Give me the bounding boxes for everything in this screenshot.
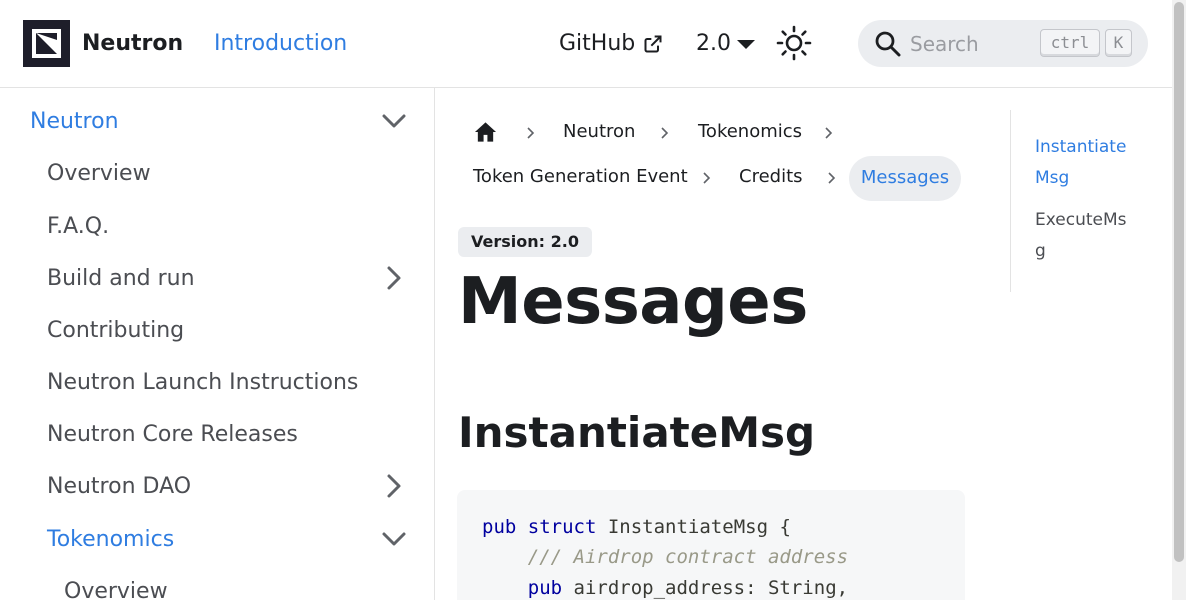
breadcrumb-separator-icon <box>527 127 535 139</box>
neutron-logo-icon[interactable] <box>23 20 70 67</box>
sidebar-item-core-releases[interactable]: Neutron Core Releases <box>0 412 434 456</box>
sidebar-item-faq[interactable]: F.A.Q. <box>0 204 434 248</box>
chevron-down-icon[interactable] <box>378 523 410 555</box>
sun-icon <box>776 25 812 61</box>
kbd-k: K <box>1105 29 1132 57</box>
brand-title[interactable]: Neutron <box>82 29 183 59</box>
version-dropdown[interactable]: 2.0 <box>696 29 755 59</box>
sidebar-item-label: Contributing <box>47 318 185 343</box>
breadcrumb-credits[interactable]: Credits <box>739 165 803 189</box>
search-bar[interactable]: Search ctrl K <box>858 20 1148 67</box>
home-icon[interactable] <box>474 121 497 143</box>
sidebar-item-label: Neutron Launch Instructions <box>47 370 359 395</box>
sidebar-item-label: Neutron DAO <box>47 474 192 499</box>
code-text: InstantiateMsg { <box>596 516 791 538</box>
chevron-down-icon[interactable] <box>378 105 410 137</box>
sidebar-item-tokenomics[interactable]: Tokenomics <box>0 517 434 561</box>
version-dropdown-label: 2.0 <box>696 31 731 56</box>
page-scrollbar[interactable] <box>1172 0 1186 600</box>
toc-link-executemsg[interactable]: ExecuteMsg <box>1035 205 1135 267</box>
breadcrumb-current-label: Messages <box>860 167 950 188</box>
sidebar-item-launch-instructions[interactable]: Neutron Launch Instructions <box>0 360 434 404</box>
external-link-icon <box>644 35 662 53</box>
breadcrumb-current: Messages <box>849 156 961 201</box>
search-icon <box>875 31 901 57</box>
breadcrumb-separator-icon <box>825 127 833 139</box>
sidebar-item-tokenomics-overview[interactable]: Overview <box>0 569 434 600</box>
navbar: Neutron Introduction GitHub 2.0 Search c… <box>0 0 1172 88</box>
sidebar-item-label: Tokenomics <box>47 527 175 552</box>
sidebar-item-label: Neutron Core Releases <box>47 422 298 447</box>
breadcrumb-separator-icon <box>661 127 669 139</box>
search-placeholder: Search <box>910 32 979 56</box>
version-badge: Version: 2.0 <box>458 227 592 257</box>
caret-down-icon <box>737 39 755 49</box>
sidebar-item-label: F.A.Q. <box>47 214 110 239</box>
sidebar-item-label: Build and run <box>47 266 195 291</box>
sidebar-item-build-and-run[interactable]: Build and run <box>0 256 434 300</box>
sidebar-item-contributing[interactable]: Contributing <box>0 308 434 352</box>
kbd-ctrl: ctrl <box>1040 29 1100 57</box>
table-of-contents: InstantiateMsg ExecuteMsg <box>1010 110 1172 292</box>
nav-link-github-label: GitHub <box>559 31 636 56</box>
sidebar-item-label: Neutron <box>30 109 119 134</box>
sidebar-item-overview[interactable]: Overview <box>0 151 434 195</box>
theme-toggle-button[interactable] <box>776 25 812 61</box>
section-heading-instantiatemsg: InstantiateMsg <box>458 408 816 457</box>
breadcrumb-separator-icon <box>828 172 836 184</box>
breadcrumb-token-generation-event[interactable]: Token Generation Event <box>473 165 688 189</box>
sidebar-item-label: Overview <box>47 161 151 186</box>
breadcrumb-separator-icon <box>703 172 711 184</box>
code-line: pub airdrop_address: String, <box>482 576 848 600</box>
toc-link-instantiatemsg[interactable]: InstantiateMsg <box>1035 132 1135 194</box>
code-line: /// Airdrop contract address <box>482 545 848 569</box>
chevron-right-icon[interactable] <box>378 470 410 502</box>
sidebar-item-label: Overview <box>64 579 168 600</box>
breadcrumb-tokenomics[interactable]: Tokenomics <box>698 120 802 144</box>
code-keyword: struct <box>527 516 597 538</box>
scrollbar-thumb[interactable] <box>1174 2 1184 562</box>
code-keyword: pub <box>527 577 563 599</box>
sidebar: Neutron Overview F.A.Q. Build and run Co… <box>0 88 435 600</box>
nav-link-github[interactable]: GitHub <box>559 29 663 59</box>
chevron-right-icon[interactable] <box>378 262 410 294</box>
sidebar-item-neutron-dao[interactable]: Neutron DAO <box>0 464 434 508</box>
code-comment: /// Airdrop contract address <box>527 546 849 568</box>
code-text: airdrop_address: String, <box>562 577 849 599</box>
code-block: pub struct InstantiateMsg { /// Airdrop … <box>457 490 965 600</box>
code-keyword: pub <box>482 516 517 538</box>
breadcrumb-neutron[interactable]: Neutron <box>563 120 635 144</box>
code-line: pub struct InstantiateMsg { <box>482 515 791 539</box>
page-title: Messages <box>458 265 808 339</box>
nav-link-introduction[interactable]: Introduction <box>214 29 347 59</box>
sidebar-item-neutron[interactable]: Neutron <box>0 99 434 143</box>
